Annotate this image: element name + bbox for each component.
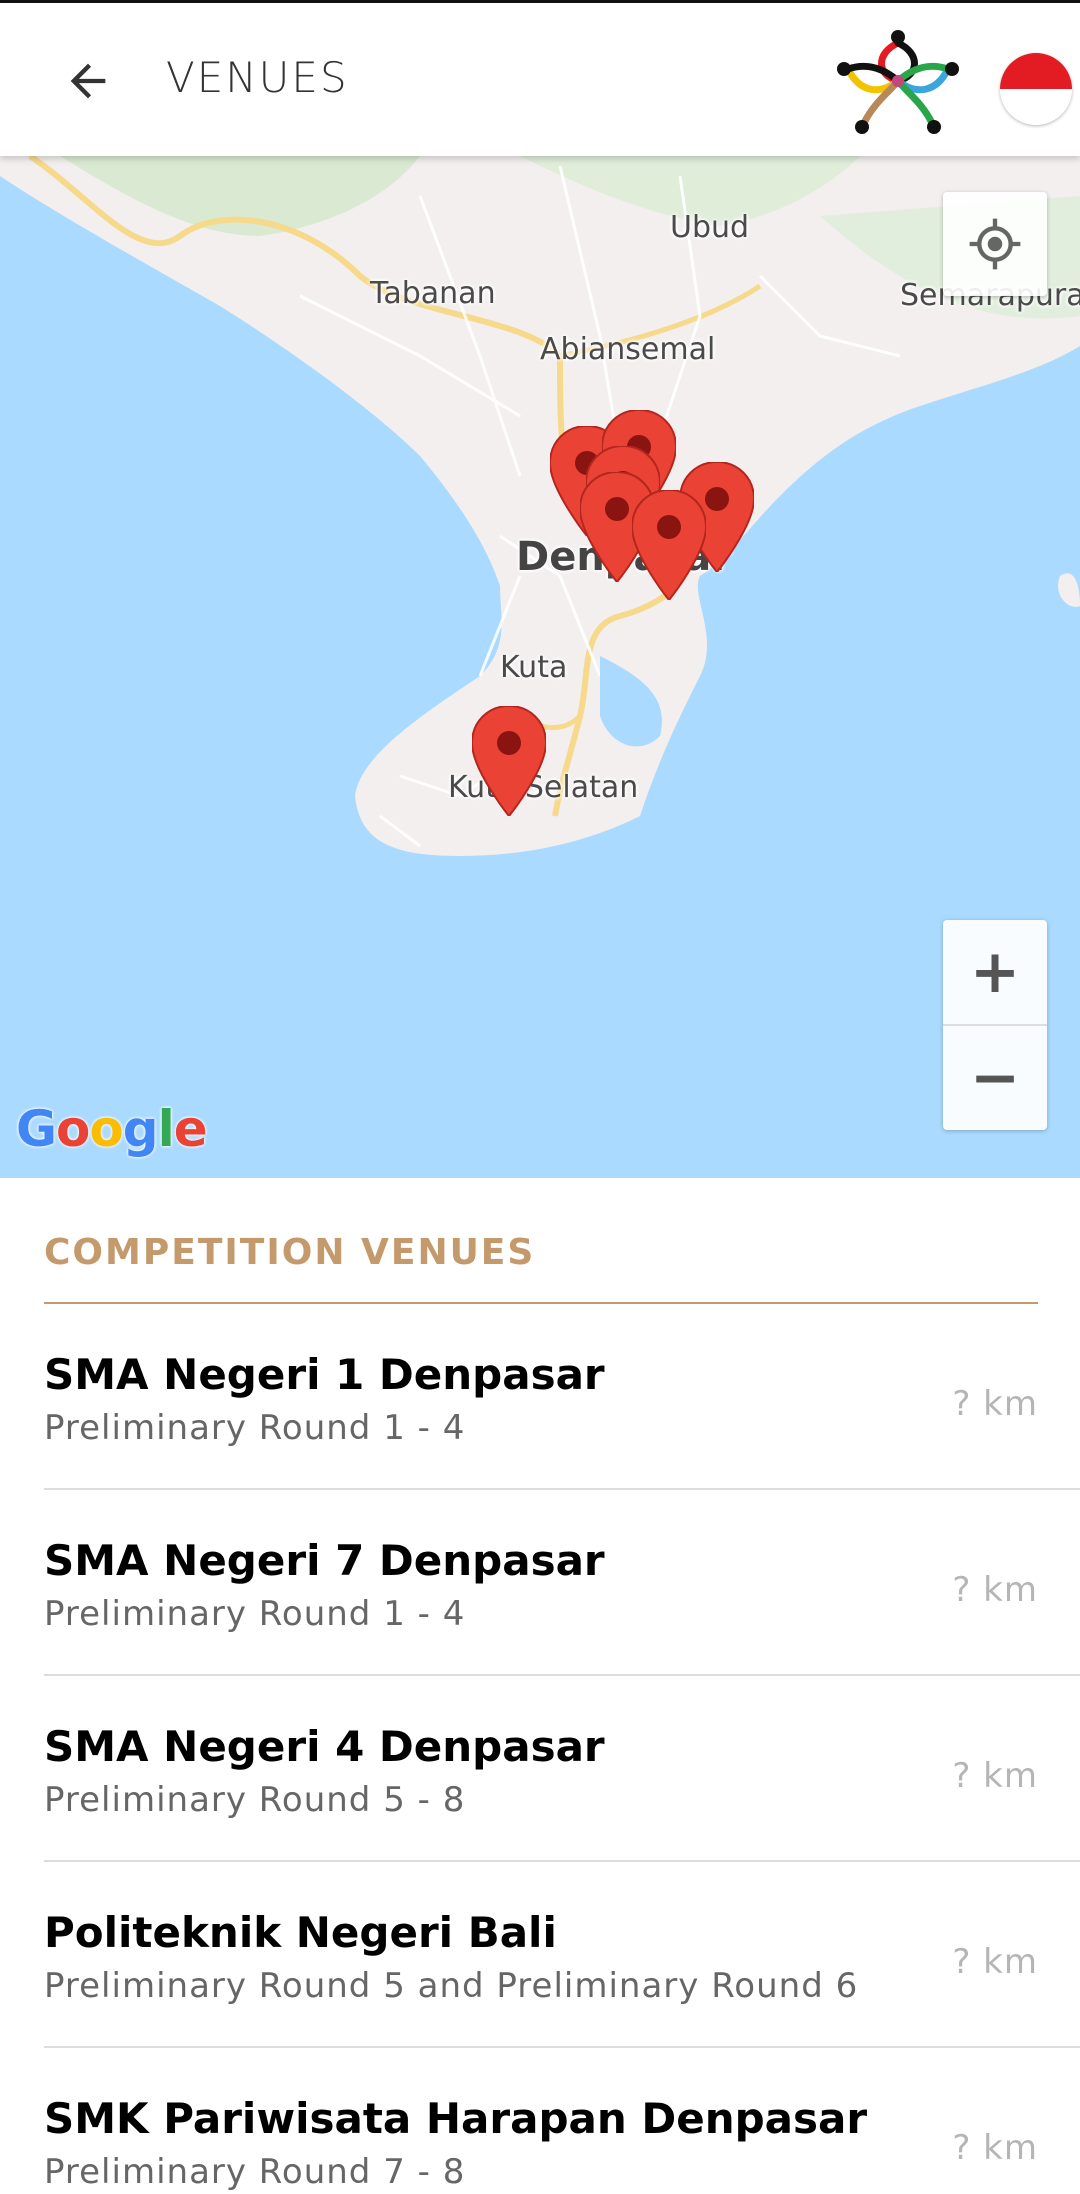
app-bar: VENUES [0, 0, 1080, 156]
venue-name: Politeknik Negeri Bali [44, 1908, 557, 1957]
venue-name: SMA Negeri 7 Denpasar [44, 1536, 605, 1585]
venue-item[interactable]: SMA Negeri 4 Denpasar Preliminary Round … [44, 1676, 1080, 1862]
section-title: COMPETITION VENUES [44, 1232, 536, 1273]
venue-subtitle: Preliminary Round 1 - 4 [44, 1408, 466, 1448]
zoom-in-button[interactable]: + [943, 920, 1047, 1024]
venue-distance: ? km [952, 1942, 1038, 1982]
page-title: VENUES [166, 53, 349, 102]
my-location-button[interactable] [943, 192, 1047, 296]
venue-item[interactable]: SMK Pariwisata Harapan Denpasar Prelimin… [44, 2048, 1080, 2194]
my-location-icon [969, 218, 1021, 270]
map-pin-icon[interactable] [472, 706, 546, 816]
venue-name: SMA Negeri 4 Denpasar [44, 1722, 605, 1771]
zoom-controls: + − [943, 920, 1047, 1130]
back-button[interactable] [52, 45, 124, 117]
google-attribution: Google [16, 1100, 208, 1158]
venue-name: SMK Pariwisata Harapan Denpasar [44, 2094, 868, 2143]
venue-subtitle: Preliminary Round 1 - 4 [44, 1594, 466, 1634]
place-label-abiansemal: Abiansemal [540, 332, 716, 367]
event-logo [836, 23, 960, 139]
place-label-ubud: Ubud [670, 210, 750, 245]
map-pin-icon[interactable] [632, 490, 706, 600]
venue-distance: ? km [952, 2128, 1038, 2168]
venue-distance: ? km [952, 1756, 1038, 1796]
flag-white-half [1000, 89, 1072, 125]
venue-distance: ? km [952, 1384, 1038, 1424]
venue-name: SMA Negeri 1 Denpasar [44, 1350, 605, 1399]
venue-item[interactable]: SMA Negeri 1 Denpasar Preliminary Round … [44, 1304, 1080, 1490]
flag-red-half [1000, 53, 1072, 89]
venue-item[interactable]: Politeknik Negeri Bali Preliminary Round… [44, 1862, 1080, 2048]
place-label-tabanan: Tabanan [370, 276, 496, 311]
place-label-kuta: Kuta [500, 650, 568, 685]
zoom-out-button[interactable]: − [943, 1026, 1047, 1130]
venue-subtitle: Preliminary Round 5 - 8 [44, 1780, 466, 1820]
venue-distance: ? km [952, 1570, 1038, 1610]
arrow-left-icon [70, 63, 106, 99]
language-flag-button[interactable] [1000, 53, 1072, 125]
venue-item[interactable]: SMA Negeri 7 Denpasar Preliminary Round … [44, 1490, 1080, 1676]
venue-subtitle: Preliminary Round 7 - 8 [44, 2152, 466, 2192]
venues-map[interactable]: Ubud Tabanan Semarapura Abiansemal Denpa… [0, 156, 1080, 1178]
venue-subtitle: Preliminary Round 5 and Preliminary Roun… [44, 1966, 859, 2006]
